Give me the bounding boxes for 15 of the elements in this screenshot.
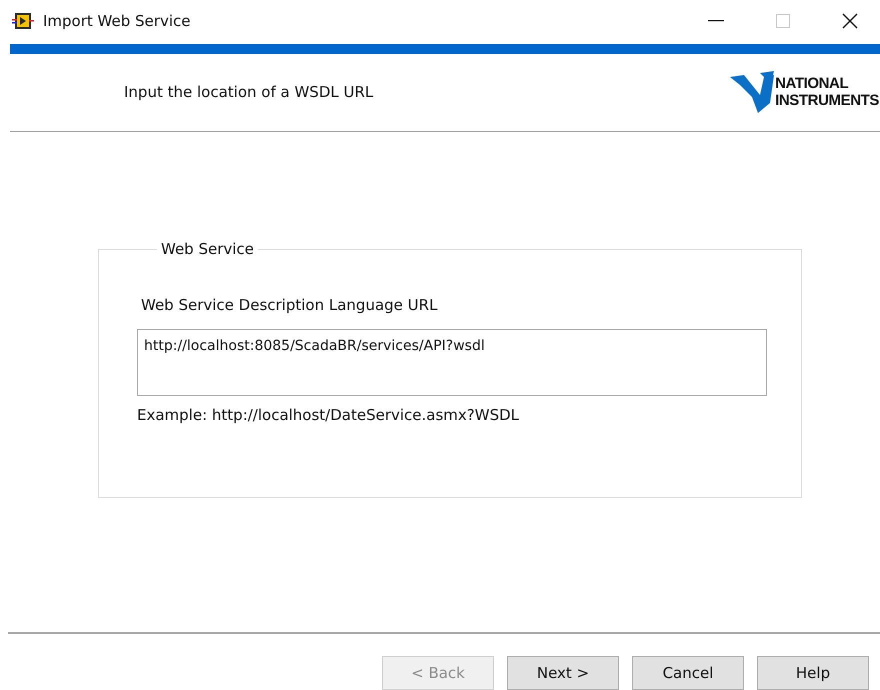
field-label: Web Service Description Language URL <box>141 296 438 314</box>
instruction-text: Input the location of a WSDL URL <box>124 83 374 102</box>
app-icon <box>12 12 34 30</box>
logo-icon <box>730 69 774 116</box>
example-text: Example: http://localhost/DateService.asmx?WSDL <box>137 406 520 424</box>
group-title: Web Service <box>160 240 255 258</box>
close-icon[interactable] <box>842 12 858 29</box>
wizard-button[interactable]: Next > <box>507 656 619 690</box>
url-field[interactable]: http://localhost:8085/ScadaBR/services/API?wsdl <box>137 329 767 396</box>
wizard-button[interactable]: Cancel <box>632 656 744 690</box>
minimize-icon[interactable] <box>708 20 724 22</box>
window-title: Import Web Service <box>43 12 190 30</box>
wizard-button[interactable]: Help <box>757 656 869 690</box>
logo-text: NATIONAL <box>775 75 850 92</box>
logo-text: INSTRUMENTS <box>775 92 879 110</box>
